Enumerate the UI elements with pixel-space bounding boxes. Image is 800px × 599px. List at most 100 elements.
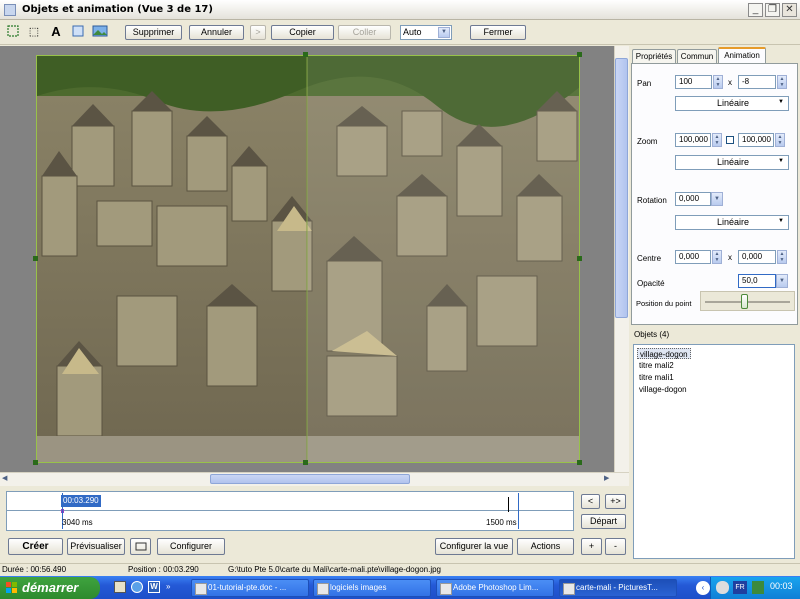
slide-photo[interactable] [36,55,580,463]
centre-x-spinner[interactable]: ▲ ▼ [712,250,722,264]
object-list-item[interactable]: titre mali1 [637,372,676,383]
task-photoshop[interactable]: Adobe Photoshop Lim... [436,579,554,597]
timeline-end-ms: 1500 ms [486,518,517,527]
opacity-label: Opacité [637,279,665,288]
zoom-select-value: Auto [403,27,422,37]
configurer-button[interactable]: Configurer [157,538,225,555]
select-rect-icon[interactable] [4,24,22,41]
rotation-input[interactable]: 0,000 [675,192,711,206]
text-tool-icon[interactable]: A [47,24,65,41]
handle-bottom[interactable] [303,460,308,465]
close-button[interactable]: ✕ [782,3,797,17]
tab-commun[interactable]: Commun [677,49,717,64]
redo-button[interactable]: > [250,25,266,40]
rotation-mode-select[interactable]: Linéaire ▼ [675,215,789,230]
handle-right[interactable] [577,256,582,261]
tray-language-icon[interactable]: FR [733,581,747,594]
pan-x-spinner[interactable]: ▲ ▼ [713,75,723,89]
task-logiciels-images[interactable]: logiciels images [313,579,431,597]
zoom-y-input[interactable]: 100,000 [738,133,774,147]
object-list-item[interactable]: village-dogon [637,348,691,359]
timeline-playhead[interactable] [508,497,509,512]
frame-tool-icon[interactable]: ⬚ [25,24,43,41]
handle-bottom-right[interactable] [577,460,582,465]
handle-bottom-left[interactable] [33,460,38,465]
rotation-dropdown-icon[interactable]: ▼ [711,192,723,206]
rectangle-tool-icon[interactable] [69,24,87,41]
objects-header: Objets (4) [634,330,670,339]
previsualiser-button[interactable]: Prévisualiser [67,538,125,555]
centre-y-input[interactable]: 0,000 [738,250,776,264]
status-position: Position : 00:03.290 [128,565,199,574]
scroll-left-icon[interactable]: ◀ [2,474,12,484]
timeline-divider [7,510,573,511]
object-list-item[interactable]: titre mali2 [637,360,676,371]
task-pictures-to-exe[interactable]: carte-mali - PicturesT... [559,579,677,597]
chevron-down-icon: ▼ [775,98,787,109]
tray-expand-icon[interactable]: ‹ [696,581,710,595]
zoom-x-input[interactable]: 100,000 [675,133,711,147]
position-slider[interactable] [700,291,795,311]
timeline-prev-button[interactable]: < [581,494,600,509]
task-word-doc[interactable]: 01-tutorial-pte.doc - ... [191,579,309,597]
fermer-button[interactable]: Fermer [470,25,526,40]
actions-button[interactable]: Actions [517,538,574,555]
pan-mode-select[interactable]: Linéaire ▼ [675,96,789,111]
pan-y-input[interactable]: -8 [738,75,776,89]
zoom-x-spinner[interactable]: ▲ ▼ [712,133,722,147]
timeline-next-button[interactable]: +> [605,494,626,509]
image-tool-icon[interactable] [91,24,109,41]
opacity-input[interactable]: 50,0 [738,274,776,288]
screen-icon[interactable] [130,538,151,555]
centre-y-spinner[interactable]: ▲ ▼ [777,250,787,264]
annuler-button[interactable]: Annuler [189,25,244,40]
opacity-dropdown-icon[interactable]: ▼ [776,274,788,288]
position-slider-thumb[interactable] [741,294,748,309]
copier-button[interactable]: Copier [271,25,334,40]
status-duree: Durée : 00:56.490 [2,565,67,574]
quicklaunch-word-icon[interactable]: W [148,581,160,593]
pan-separator: x [728,78,732,87]
configurer-vue-button[interactable]: Configurer la vue [435,538,513,555]
pan-label: Pan [637,79,652,88]
remove-button[interactable]: - [605,538,626,555]
handle-top-right[interactable] [577,52,582,57]
zoom-select[interactable]: Auto ▼ [400,25,452,40]
quicklaunch-ie-icon[interactable] [131,581,143,593]
add-button[interactable]: + [581,538,602,555]
tray-volume-icon[interactable] [716,581,729,594]
horizontal-scroll-thumb[interactable] [210,474,410,484]
pan-x-input[interactable]: 100 [675,75,712,89]
timeline-current-time[interactable]: 00:03.290 [61,495,101,507]
window-title: Objets et animation (Vue 3 de 17) [22,4,213,15]
rotation-label: Rotation [637,196,667,205]
pan-y-spinner[interactable]: ▲ ▼ [777,75,787,89]
handle-top[interactable] [303,52,308,57]
zoom-y-spinner[interactable]: ▲ ▼ [775,133,785,147]
handle-left[interactable] [33,256,38,261]
centre-x-input[interactable]: 0,000 [675,250,711,264]
app-icon [4,4,16,16]
restore-button[interactable]: ❐ [765,3,780,17]
quicklaunch-folder-icon[interactable] [114,581,126,593]
vertical-scroll-thumb[interactable] [615,58,628,318]
zoom-link-checkbox[interactable] [726,136,734,144]
tab-animation[interactable]: Animation [718,47,766,64]
quicklaunch-expand-icon[interactable]: » [166,582,170,591]
timeline-start-ms: 3040 ms [62,518,93,527]
tab-proprietes[interactable]: Propriétés [632,49,676,64]
creer-button[interactable]: Créer [8,538,63,555]
minimize-button[interactable]: _ [748,3,763,17]
object-list-item[interactable]: village-dogon [637,384,689,395]
zoom-label: Zoom [637,137,658,146]
coller-button[interactable]: Coller [338,25,391,40]
scroll-right-icon[interactable]: ▶ [604,474,614,484]
supprimer-button[interactable]: Supprimer [125,25,182,40]
depart-button[interactable]: Départ [581,514,626,529]
zoom-mode-select[interactable]: Linéaire ▼ [675,155,789,170]
tray-app-icon[interactable] [752,581,764,594]
centre-label: Centre [637,254,662,263]
position-label: Position du point [636,299,692,308]
chevron-down-icon: ▼ [775,217,787,228]
chevron-down-icon: ▼ [775,157,787,168]
